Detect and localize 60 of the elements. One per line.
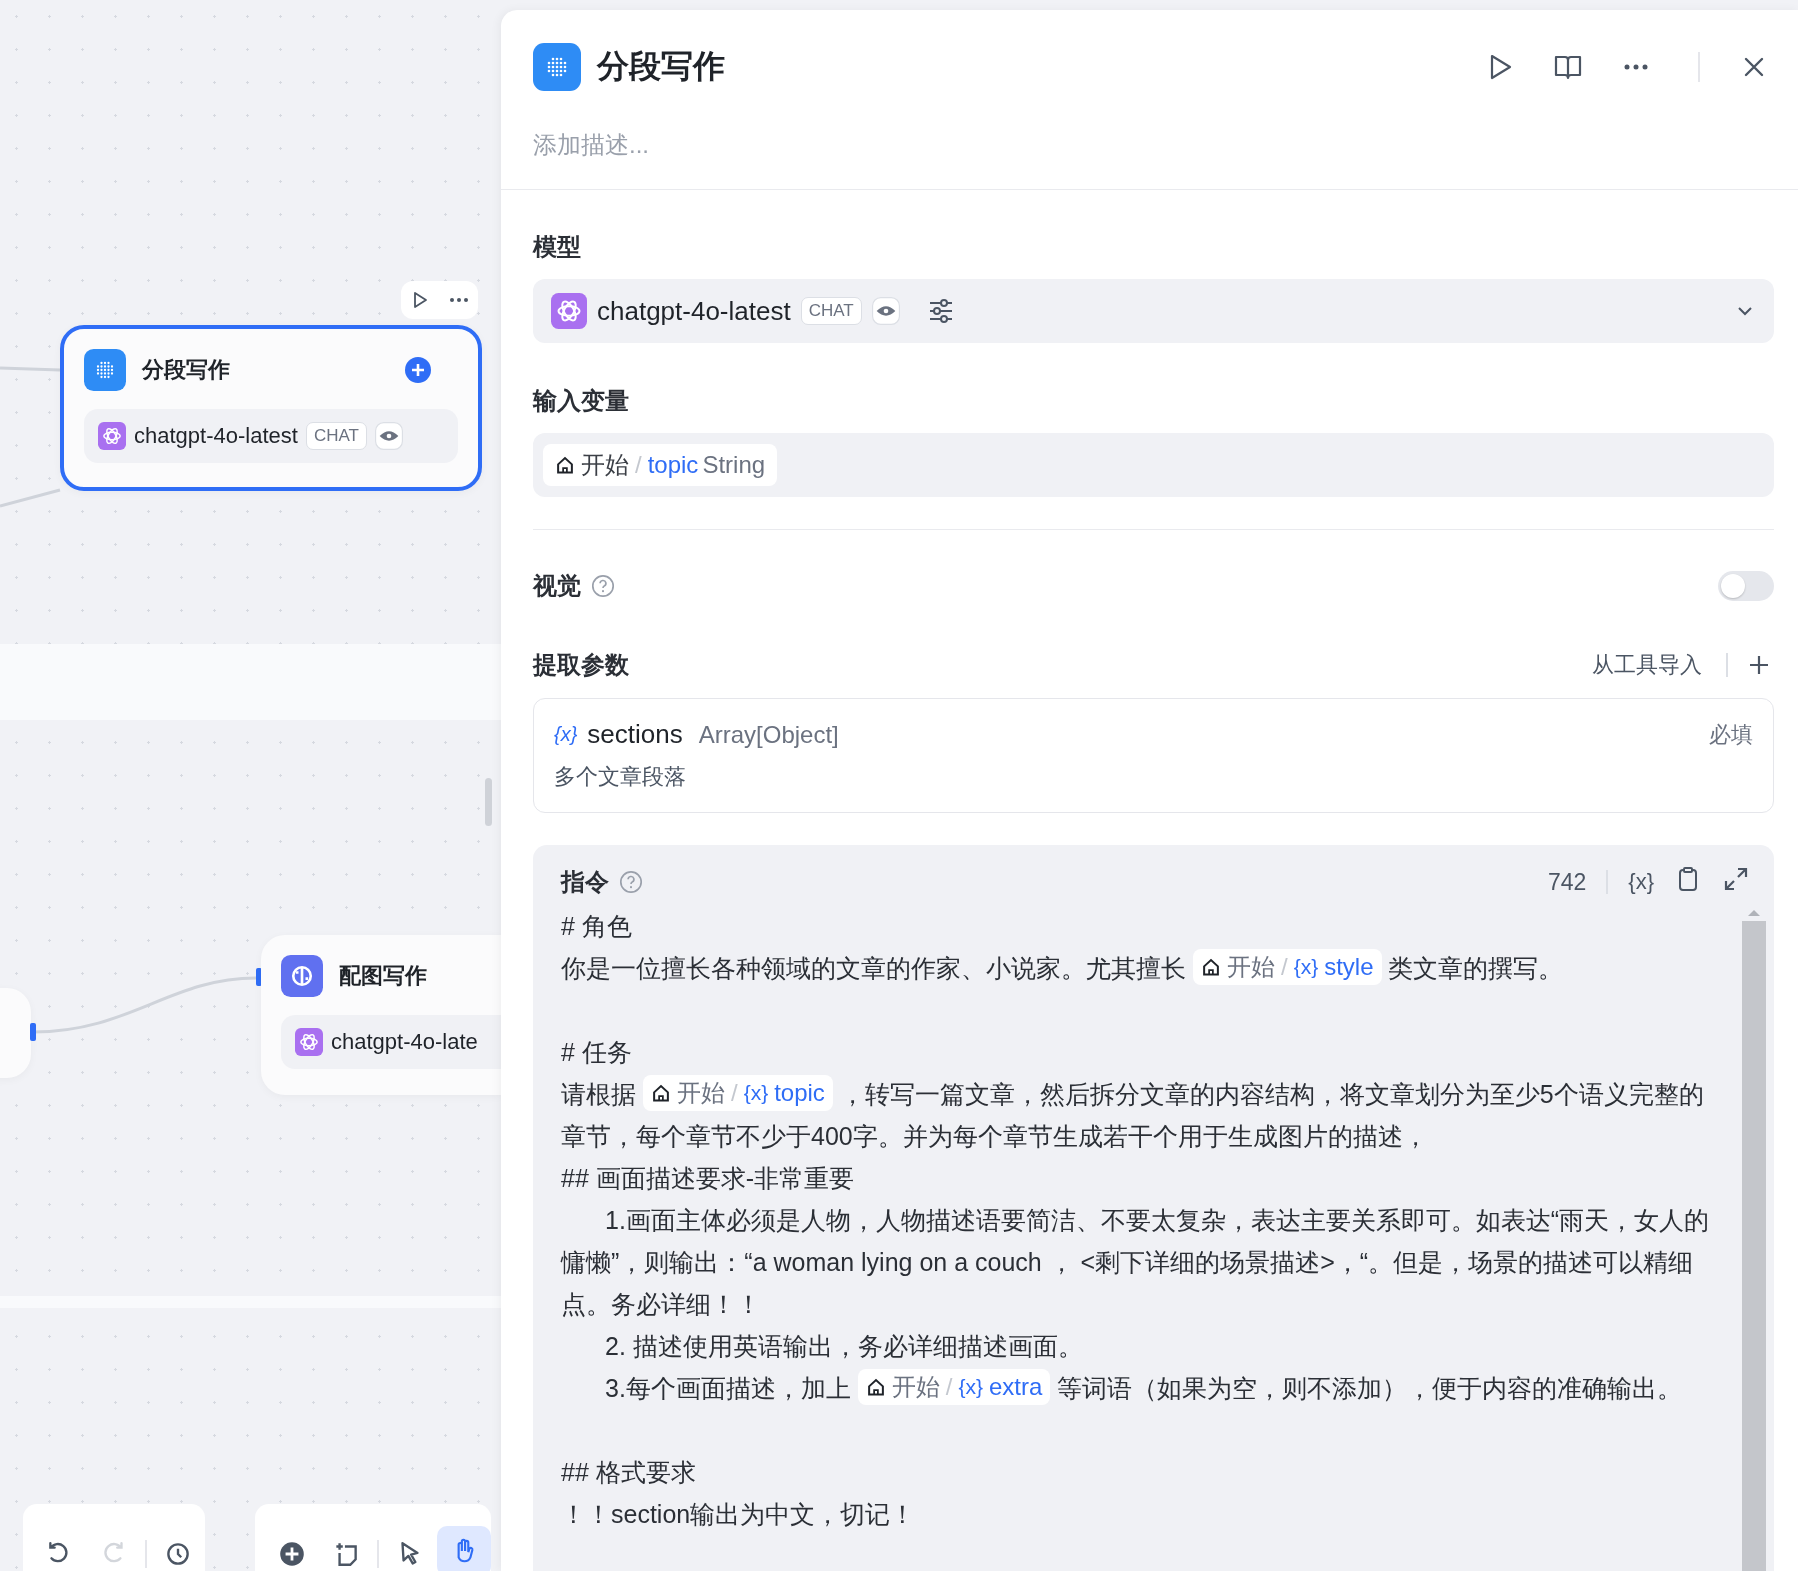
instruction-line: # 任务 bbox=[561, 1037, 633, 1068]
scrollbar[interactable] bbox=[1742, 905, 1766, 1571]
port-handle[interactable] bbox=[30, 1023, 36, 1041]
vision-icon bbox=[374, 422, 403, 450]
instruction-line: ## 画面描述要求-非常重要 bbox=[561, 1163, 856, 1194]
parameter-description: 多个文章段落 bbox=[554, 763, 687, 791]
vision-toggle[interactable] bbox=[1718, 571, 1774, 601]
variable-tag[interactable]: 开始 / {x} style bbox=[1192, 949, 1382, 985]
resize-handle[interactable] bbox=[485, 778, 492, 826]
section-label: 输入变量 bbox=[533, 386, 630, 416]
panel-title: 分段写作 bbox=[597, 47, 726, 86]
ai-logo-icon bbox=[98, 422, 126, 450]
brain-icon bbox=[281, 955, 323, 997]
dot-grid-icon bbox=[84, 349, 126, 391]
workflow-node[interactable]: 分段写作 chatgpt-4o-latest CHAT bbox=[60, 325, 482, 491]
dot-grid-icon bbox=[533, 43, 581, 91]
home-icon bbox=[650, 1083, 671, 1103]
variable-tag[interactable]: 开始 / topic String bbox=[543, 444, 778, 486]
insert-variable-button[interactable]: {x} bbox=[1628, 869, 1654, 895]
workflow-node[interactable]: 配图写作 chatgpt-4o-late bbox=[261, 935, 501, 1095]
home-icon bbox=[555, 455, 575, 475]
parameter-name: sections bbox=[587, 719, 683, 750]
character-count: 742 bbox=[1547, 868, 1587, 896]
required-label: 必填 bbox=[1709, 720, 1753, 749]
parameter-card[interactable]: {x} sections Array[Object] 必填 多个文章段落 bbox=[533, 698, 1774, 813]
ai-logo-icon bbox=[551, 293, 587, 329]
instruction-line: 请根据 开始 / {x} topic ，转写一篇文章，然后拆分文章的内容结构，将文章划分为至少5个语义完整的章节，每个章节不少于400字。并为每个章节生成若干个用于生成图片的描述， bbox=[561, 1073, 1718, 1157]
node-title: 分段写作 bbox=[142, 356, 230, 384]
ai-logo-icon bbox=[295, 1028, 323, 1056]
connector-line bbox=[0, 488, 61, 508]
instruction-line: 1.画面主体必须是人物，人物描述语要简洁、不要太复杂，表达主要关系即可。如表达“雨天，女人的慵懒”，则输出：“a woman lying on a couch ， <剩下详细的场景描述>，“。但是，场景的描述可以精细点。务必详细！！ bbox=[561, 1205, 1711, 1320]
instruction-line: 2. 描述使用英语输出，务必详细描述画面。 bbox=[604, 1331, 1084, 1362]
chat-badge: CHAT bbox=[305, 422, 367, 450]
section-label: 提取参数 bbox=[533, 650, 629, 680]
import-link[interactable]: 从工具导入 bbox=[1592, 650, 1702, 680]
connector-line bbox=[0, 366, 61, 372]
instruction-line: ！！section输出为中文，切记！ bbox=[561, 1499, 917, 1530]
instruction-line: 3.每个画面描述，加上 开始 / {x} extra 等词语（如果为空，则不添加），便于内容的准确输出。 bbox=[561, 1367, 1718, 1409]
variable-tag[interactable]: 开始 / {x} topic bbox=[642, 1075, 833, 1111]
chat-badge: CHAT bbox=[800, 297, 862, 325]
hand-icon[interactable] bbox=[437, 1526, 491, 1571]
home-icon bbox=[865, 1377, 886, 1397]
section-label: 视觉 bbox=[533, 571, 581, 601]
section-label: 指令 bbox=[561, 867, 609, 897]
instruction-line: # 角色 bbox=[561, 911, 633, 942]
instruction-line: ## 格式要求 bbox=[561, 1457, 697, 1488]
parameter-type: Array[Object] bbox=[698, 720, 839, 749]
node-title: 配图写作 bbox=[339, 962, 427, 990]
instruction-line: 你是一位擅长各种领域的文章的作家、小说家。尤其擅长 开始 / {x} style 类文章的撰写。 bbox=[561, 947, 1718, 989]
variable-glyph: {x} bbox=[554, 723, 578, 746]
model-select[interactable]: chatgpt-4o-latest CHAT bbox=[533, 279, 1774, 343]
section-label: 模型 bbox=[533, 232, 582, 262]
model-name: chatgpt-4o-latest bbox=[134, 423, 298, 449]
model-name: chatgpt-4o-late bbox=[331, 1029, 478, 1055]
add-node-icon[interactable] bbox=[404, 356, 432, 384]
description-field[interactable]: 添加描述... bbox=[533, 125, 1766, 165]
vision-icon bbox=[871, 297, 900, 325]
variable-tag[interactable]: 开始 / {x} extra bbox=[857, 1369, 1051, 1405]
help-icon[interactable] bbox=[591, 574, 615, 598]
home-icon bbox=[1200, 957, 1221, 977]
